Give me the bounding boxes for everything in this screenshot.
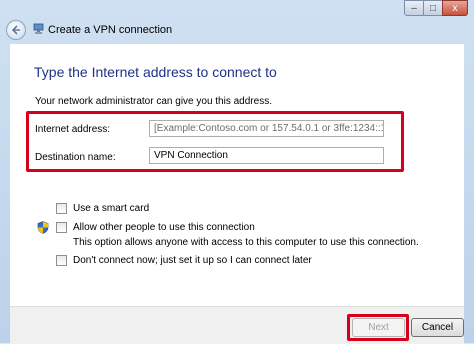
- dont-connect-label: Don't connect now; just set it up so I c…: [73, 255, 312, 266]
- wizard-footer: Next Cancel: [10, 306, 464, 344]
- uac-shield-icon: [37, 221, 49, 234]
- destination-name-label: Destination name:: [35, 152, 116, 163]
- cancel-button[interactable]: Cancel: [411, 318, 464, 337]
- window-controls: – □ x: [404, 0, 468, 16]
- close-icon: x: [452, 3, 458, 14]
- smart-card-checkbox[interactable]: [56, 203, 67, 214]
- minimize-icon: –: [411, 3, 417, 14]
- allow-others-label: Allow other people to use this connectio…: [73, 222, 255, 233]
- back-button[interactable]: [6, 20, 26, 40]
- destination-name-input[interactable]: VPN Connection: [149, 147, 384, 164]
- internet-address-label: Internet address:: [35, 124, 111, 135]
- back-arrow-icon: [11, 25, 20, 35]
- close-button[interactable]: x: [442, 0, 468, 16]
- vpn-wizard-window: Create a VPN connection – □ x Type the I…: [0, 0, 474, 344]
- network-connection-icon: [33, 23, 44, 34]
- internet-address-input[interactable]: [Example:Contoso.com or 157.54.0.1 or 3f…: [149, 120, 384, 137]
- page-subtext: Your network administrator can give you …: [35, 96, 272, 107]
- title-bar: Create a VPN connection – □ x: [0, 0, 474, 44]
- allow-others-checkbox[interactable]: [56, 222, 67, 233]
- minimize-button[interactable]: –: [404, 0, 424, 16]
- smart-card-label: Use a smart card: [73, 203, 150, 214]
- allow-others-description: This option allows anyone with access to…: [73, 237, 419, 248]
- maximize-button[interactable]: □: [423, 0, 443, 16]
- window-title: Create a VPN connection: [48, 24, 173, 36]
- next-button[interactable]: Next: [352, 318, 405, 337]
- wizard-content: Type the Internet address to connect to …: [10, 44, 464, 306]
- dont-connect-checkbox[interactable]: [56, 255, 67, 266]
- page-heading: Type the Internet address to connect to: [34, 64, 277, 80]
- maximize-icon: □: [429, 3, 437, 14]
